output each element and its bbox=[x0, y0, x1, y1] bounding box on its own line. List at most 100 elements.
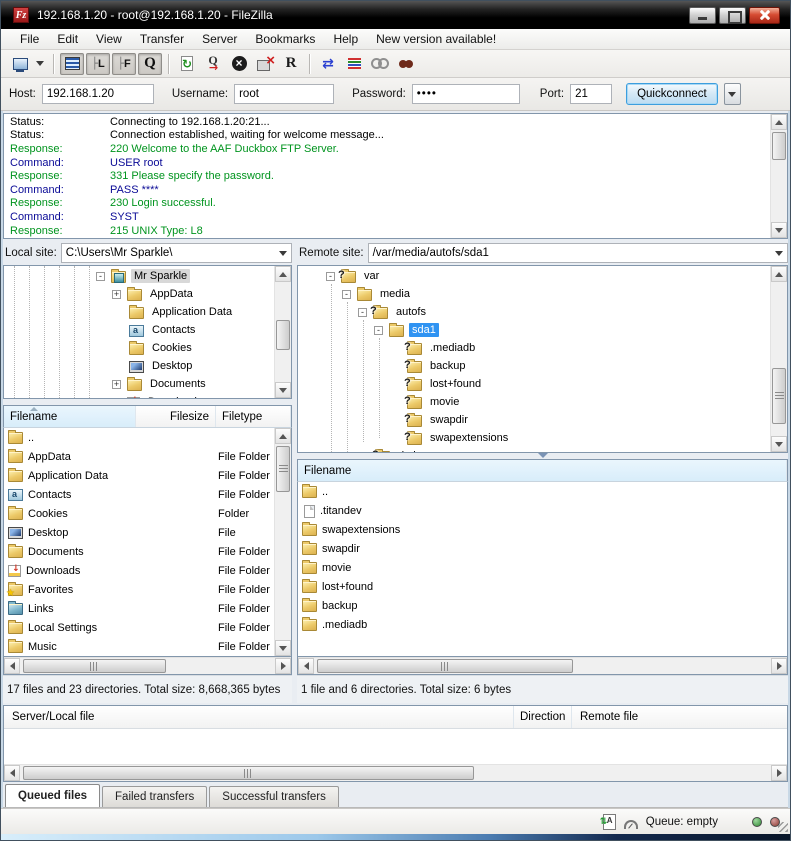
scroll-right-button[interactable] bbox=[771, 658, 787, 674]
file-row-mediadb[interactable]: .mediadb bbox=[298, 615, 787, 634]
username-input[interactable] bbox=[234, 84, 334, 104]
tree-item-media[interactable]: -media bbox=[298, 285, 769, 303]
scroll-thumb[interactable] bbox=[23, 766, 474, 780]
collapse-expander-icon[interactable]: - bbox=[96, 272, 105, 281]
scroll-track[interactable] bbox=[20, 765, 771, 781]
scroll-thumb[interactable] bbox=[23, 659, 166, 673]
scroll-up-button[interactable] bbox=[771, 114, 787, 130]
remote-splitter[interactable] bbox=[297, 453, 788, 459]
scroll-thumb[interactable] bbox=[772, 368, 786, 424]
panel-collapse-chevron[interactable] bbox=[538, 453, 548, 458]
tree-item-autofs[interactable]: -autofs bbox=[298, 303, 769, 321]
tree-item-downloads[interactable]: +Downloads bbox=[4, 393, 273, 398]
sync-browsing-button[interactable] bbox=[368, 53, 392, 75]
menu-item-file[interactable]: File bbox=[11, 30, 48, 48]
scroll-up-button[interactable] bbox=[275, 428, 291, 444]
scroll-right-button[interactable] bbox=[771, 765, 787, 781]
toggle-queue-button[interactable] bbox=[138, 53, 162, 75]
file-row-cookies[interactable]: CookiesFolder bbox=[4, 504, 273, 523]
log-vertical-scrollbar[interactable] bbox=[770, 114, 787, 238]
close-button[interactable] bbox=[749, 7, 780, 24]
local-horizontal-scrollbar[interactable] bbox=[4, 657, 291, 674]
scroll-down-button[interactable] bbox=[275, 640, 291, 656]
site-manager-dropdown-button[interactable] bbox=[33, 53, 46, 75]
reconnect-button[interactable] bbox=[279, 53, 303, 75]
menu-item-new-version-available[interactable]: New version available! bbox=[367, 30, 505, 48]
local-tree-vertical-scrollbar[interactable] bbox=[274, 266, 291, 398]
scroll-down-button[interactable] bbox=[275, 382, 291, 398]
column-header-server-local-file[interactable]: Server/Local file bbox=[4, 706, 514, 728]
scroll-track[interactable] bbox=[314, 658, 771, 674]
remote-horizontal-scrollbar[interactable] bbox=[298, 657, 787, 674]
maximize-button[interactable] bbox=[719, 7, 746, 24]
column-header-filetype[interactable]: Filetype bbox=[216, 406, 291, 427]
scroll-up-button[interactable] bbox=[275, 266, 291, 282]
minimize-button[interactable] bbox=[689, 7, 716, 24]
file-row-links[interactable]: LinksFile Folder bbox=[4, 599, 273, 618]
collapse-expander-icon[interactable]: - bbox=[358, 308, 367, 317]
tree-item-cookies[interactable]: Cookies bbox=[4, 339, 273, 357]
host-input[interactable] bbox=[42, 84, 154, 104]
local-list-vertical-scrollbar[interactable] bbox=[274, 428, 291, 656]
file-row-application-data[interactable]: Application DataFile Folder bbox=[4, 466, 273, 485]
remote-site-combobox[interactable]: /var/media/autofs/sda1 bbox=[368, 243, 788, 263]
file-row-documents[interactable]: DocumentsFile Folder bbox=[4, 542, 273, 561]
file-row-swapextensions[interactable]: swapextensions bbox=[298, 520, 787, 539]
password-input[interactable] bbox=[412, 84, 520, 104]
file-row-contacts[interactable]: ContactsFile Folder bbox=[4, 485, 273, 504]
collapse-expander-icon[interactable]: - bbox=[374, 326, 383, 335]
tree-item-movie[interactable]: movie bbox=[298, 393, 769, 411]
scroll-down-button[interactable] bbox=[771, 436, 787, 452]
toggle-log-button[interactable] bbox=[60, 53, 84, 75]
file-row-movie[interactable]: movie bbox=[298, 558, 787, 577]
title-bar[interactable]: Fz 192.168.1.20 - root@192.168.1.20 - Fi… bbox=[1, 1, 790, 29]
column-header-direction[interactable]: Direction bbox=[514, 706, 572, 728]
collapse-expander-icon[interactable]: - bbox=[326, 272, 335, 281]
speed-limit-icon[interactable] bbox=[624, 820, 638, 829]
scroll-left-button[interactable] bbox=[298, 658, 314, 674]
scroll-left-button[interactable] bbox=[4, 765, 20, 781]
tree-item-backup[interactable]: backup bbox=[298, 357, 769, 375]
toggle-remote-tree-button[interactable] bbox=[112, 53, 136, 75]
file-row-appdata[interactable]: AppDataFile Folder bbox=[4, 447, 273, 466]
menu-item-view[interactable]: View bbox=[87, 30, 131, 48]
expand-expander-icon[interactable]: + bbox=[112, 380, 121, 389]
file-row-favorites[interactable]: FavoritesFile Folder bbox=[4, 580, 273, 599]
file-row-downloads[interactable]: DownloadsFile Folder bbox=[4, 561, 273, 580]
cancel-button[interactable] bbox=[227, 53, 251, 75]
expand-expander-icon[interactable]: + bbox=[112, 398, 121, 399]
tab-successful-transfers[interactable]: Successful transfers bbox=[209, 786, 339, 807]
resize-grip[interactable] bbox=[778, 822, 788, 832]
remote-tree-vertical-scrollbar[interactable] bbox=[770, 266, 787, 452]
tree-item-sda1[interactable]: -sda1 bbox=[298, 321, 769, 339]
quickconnect-dropdown-button[interactable] bbox=[724, 83, 741, 105]
quickconnect-button[interactable]: Quickconnect bbox=[626, 83, 718, 105]
column-header-filename[interactable]: Filename bbox=[298, 460, 787, 481]
tree-item-dvd[interactable]: dvd bbox=[298, 447, 769, 452]
tree-item-application-data[interactable]: Application Data bbox=[4, 303, 273, 321]
scroll-track[interactable] bbox=[771, 282, 787, 436]
site-manager-button[interactable] bbox=[8, 53, 32, 75]
column-header-filesize[interactable]: Filesize bbox=[136, 406, 216, 427]
menu-item-bookmarks[interactable]: Bookmarks bbox=[246, 30, 324, 48]
toggle-local-tree-button[interactable] bbox=[86, 53, 110, 75]
scroll-down-button[interactable] bbox=[771, 222, 787, 238]
scroll-right-button[interactable] bbox=[275, 658, 291, 674]
transfer-type-icon[interactable] bbox=[603, 814, 616, 830]
column-header-remote-file[interactable]: Remote file bbox=[572, 706, 787, 728]
scroll-thumb[interactable] bbox=[276, 320, 290, 350]
file-row-local-settings[interactable]: Local SettingsFile Folder bbox=[4, 618, 273, 637]
scroll-track[interactable] bbox=[20, 658, 275, 674]
file-row-lost-found[interactable]: lost+found bbox=[298, 577, 787, 596]
tree-item-var[interactable]: -var bbox=[298, 267, 769, 285]
scroll-thumb[interactable] bbox=[317, 659, 573, 673]
port-input[interactable] bbox=[570, 84, 612, 104]
scroll-thumb[interactable] bbox=[276, 446, 290, 492]
tree-item-swapextensions[interactable]: swapextensions bbox=[298, 429, 769, 447]
menu-item-transfer[interactable]: Transfer bbox=[131, 30, 193, 48]
find-button[interactable] bbox=[394, 53, 418, 75]
filter-button[interactable] bbox=[342, 53, 366, 75]
disconnect-button[interactable] bbox=[253, 53, 277, 75]
refresh-button[interactable] bbox=[175, 53, 199, 75]
scroll-track[interactable] bbox=[275, 444, 291, 640]
